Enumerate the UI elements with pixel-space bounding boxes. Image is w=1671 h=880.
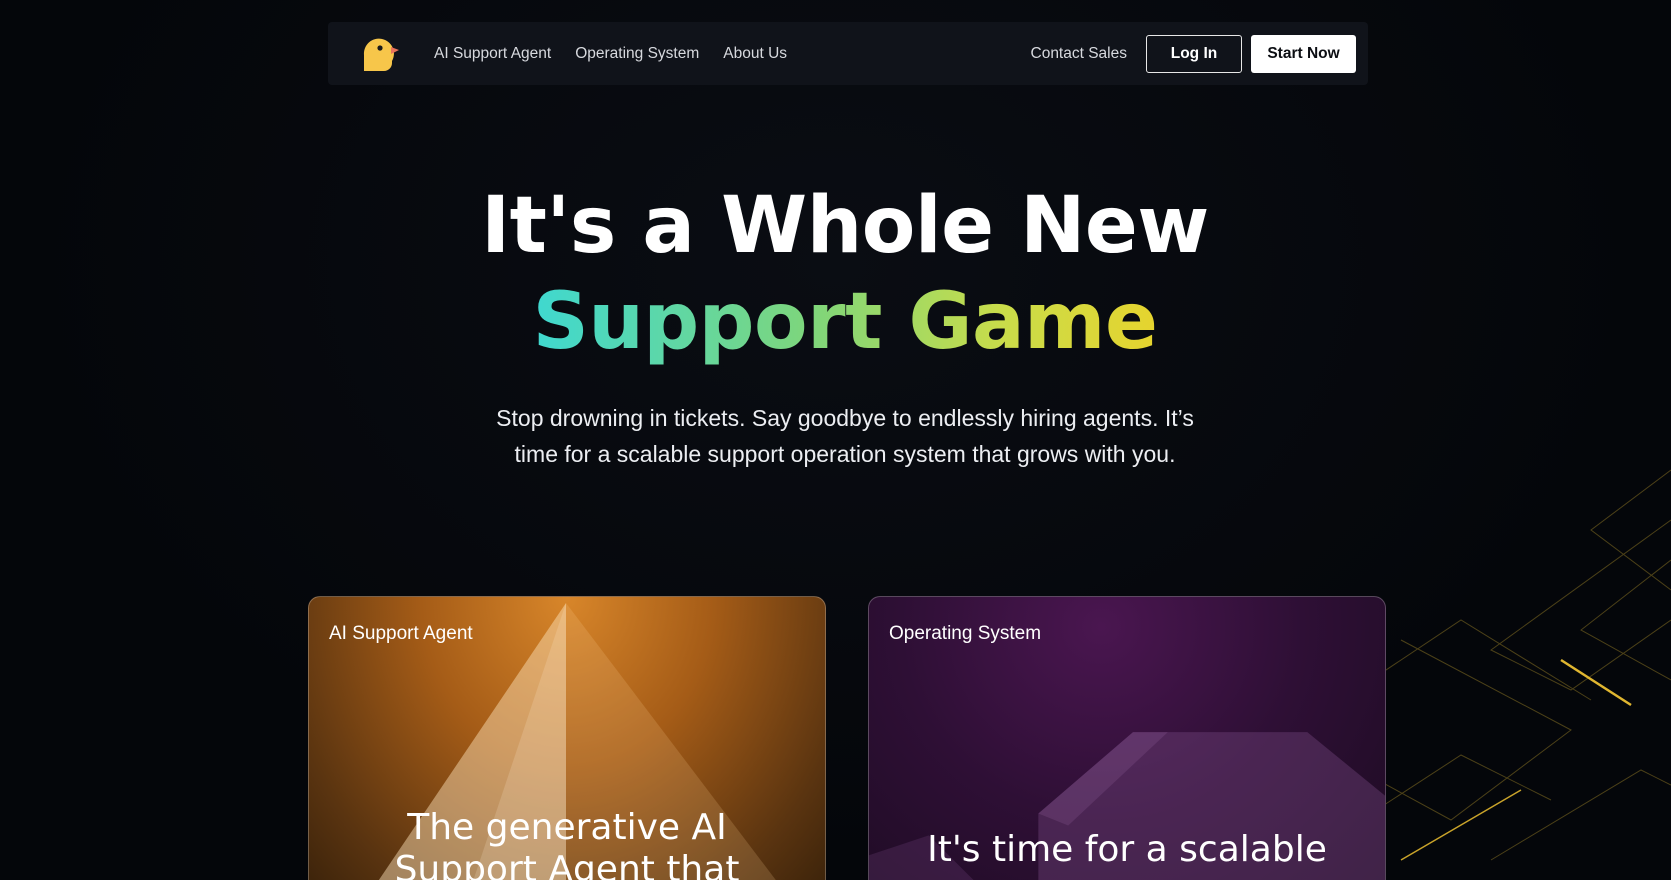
nav-link-operating-system[interactable]: Operating System [575,45,699,63]
hero-heading-line2: Support Game [533,272,1158,372]
hero-heading-line1: It's a Whole New [481,181,1209,271]
operating-system-card[interactable]: Operating System It's time for a scalabl… [868,596,1386,880]
log-in-button[interactable]: Log In [1146,34,1242,73]
hero-subtitle: Stop drowning in tickets. Say goodbye to… [496,405,1194,467]
card-label: Operating System [889,623,1042,644]
card-label: AI Support Agent [329,623,473,644]
top-navbar: AI Support Agent Operating System About … [328,22,1368,85]
hero-section: It's a Whole New Support Game Stop drown… [0,180,1671,472]
nav-link-about-us[interactable]: About Us [723,45,787,63]
nav-link-ai-support-agent[interactable]: AI Support Agent [434,45,551,63]
card-headline: It's time for a scalable [927,829,1327,870]
primary-nav-links: AI Support Agent Operating System About … [434,45,787,63]
duck-logo-icon[interactable] [358,33,400,75]
ai-support-agent-card[interactable]: AI Support Agent The generative AI Suppo… [308,596,826,880]
card-headline: The generative AI Support Agent that [394,807,740,880]
start-now-button[interactable]: Start Now [1251,34,1356,73]
page: AI Support Agent Operating System About … [0,0,1671,880]
contact-sales-link[interactable]: Contact Sales [1031,45,1128,63]
decorative-grid-lines [1341,469,1671,861]
nav-actions: Contact Sales Log In Start Now [1031,34,1356,73]
